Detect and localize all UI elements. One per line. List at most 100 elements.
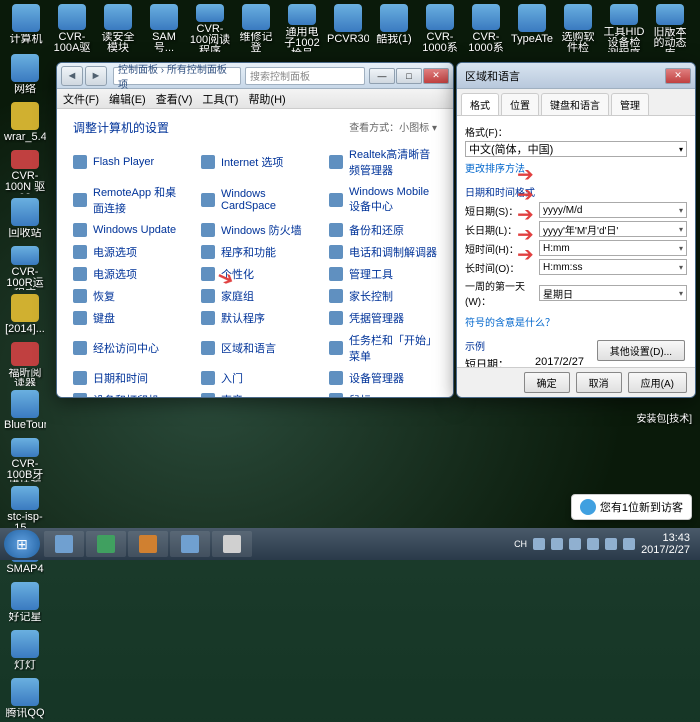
tray-icon[interactable]: [605, 538, 617, 550]
close-button[interactable]: ✕: [423, 68, 449, 84]
desktop-icon[interactable]: CVR-1000系: [418, 4, 462, 52]
control-panel-item[interactable]: Windows CardSpace: [201, 182, 309, 218]
desktop-icon[interactable]: 酷我(1): [372, 4, 416, 52]
menu-item[interactable]: 文件(F): [63, 91, 99, 107]
change-sort-link[interactable]: 更改排序方法: [465, 160, 525, 175]
control-panel-item[interactable]: Flash Player: [73, 144, 181, 180]
control-panel-item[interactable]: 鼠标: [329, 390, 437, 397]
control-panel-item[interactable]: 设备管理器: [329, 368, 437, 388]
menu-item[interactable]: 查看(V): [156, 91, 193, 107]
control-panel-item[interactable]: 电源选项: [73, 264, 181, 284]
desktop-icon[interactable]: CVR-100A驱: [50, 4, 94, 52]
tab-键盘和语言[interactable]: 键盘和语言: [541, 93, 609, 115]
desktop-icon[interactable]: [2014]...: [4, 294, 46, 338]
control-panel-item[interactable]: 电话和调制解调器: [329, 242, 437, 262]
menu-item[interactable]: 编辑(E): [109, 91, 146, 107]
dialog-titlebar[interactable]: 区域和语言 ✕: [457, 63, 695, 89]
taskbar-app[interactable]: [44, 531, 84, 557]
control-panel-item[interactable]: 区域和语言: [201, 330, 309, 366]
desktop-icon[interactable]: 计算机: [4, 4, 48, 52]
control-panel-item[interactable]: 家庭组: [201, 286, 309, 306]
minimize-button[interactable]: —: [369, 68, 395, 84]
desktop-icon[interactable]: wrar_5.40...: [4, 102, 46, 146]
desktop-icon[interactable]: 好记星: [4, 582, 46, 626]
desktop-icon[interactable]: 福昕阅读器: [4, 342, 46, 386]
desktop-icon[interactable]: CVR-100B牙模块驱: [4, 438, 46, 482]
maximize-button[interactable]: □: [396, 68, 422, 84]
control-panel-item[interactable]: 日期和时间: [73, 368, 181, 388]
field-select[interactable]: H:mm: [539, 240, 687, 256]
desktop-icon[interactable]: PCVR30: [326, 4, 370, 52]
control-panel-item[interactable]: Realtek高清晰音频管理器: [329, 144, 437, 180]
menu-item[interactable]: 工具(T): [202, 91, 238, 107]
tray-icon[interactable]: [569, 538, 581, 550]
address-bar[interactable]: 控制面板 › 所有控制面板项: [113, 67, 241, 85]
desktop-icon[interactable]: 网络: [4, 54, 46, 98]
additional-settings-button[interactable]: 其他设置(D)...: [597, 340, 685, 361]
symbol-help-link[interactable]: 符号的含意是什么？: [465, 314, 555, 329]
desktop-icon[interactable]: 读安全模块: [96, 4, 140, 52]
control-panel-item[interactable]: 设备和打印机: [73, 390, 181, 397]
taskbar-app[interactable]: [128, 531, 168, 557]
desktop-icon[interactable]: CVR-100N 驱02: [4, 150, 46, 194]
forward-button[interactable]: ►: [85, 66, 107, 86]
desktop-icon[interactable]: 维修记登: [234, 4, 278, 52]
ok-button[interactable]: 确定: [524, 372, 570, 393]
desktop-icon[interactable]: CVR-100阅读程序V3.1: [188, 4, 232, 52]
control-panel-item[interactable]: Windows Mobile 设备中心: [329, 182, 437, 218]
cancel-button[interactable]: 取消: [576, 372, 622, 393]
taskbar-app[interactable]: [212, 531, 252, 557]
control-panel-item[interactable]: 键盘: [73, 308, 181, 328]
start-button[interactable]: ⊞: [4, 530, 40, 558]
control-panel-item[interactable]: Windows Update: [73, 220, 181, 240]
dialog-close-button[interactable]: ✕: [665, 68, 691, 84]
control-panel-item[interactable]: 程序和功能: [201, 242, 309, 262]
desktop-icon[interactable]: BlueTour: [4, 390, 46, 434]
control-panel-item[interactable]: Windows 防火墙: [201, 220, 309, 240]
field-select[interactable]: H:mm:ss: [539, 259, 687, 275]
taskbar-app[interactable]: [170, 531, 210, 557]
tray-icon[interactable]: [551, 538, 563, 550]
control-panel-item[interactable]: 管理工具: [329, 264, 437, 284]
back-button[interactable]: ◄: [61, 66, 83, 86]
desktop-icon[interactable]: 回收站: [4, 198, 46, 242]
desktop-icon[interactable]: 灯灯: [4, 630, 46, 674]
control-panel-item[interactable]: 家长控制: [329, 286, 437, 306]
field-select[interactable]: yyyy/M/d: [539, 202, 687, 218]
control-panel-item[interactable]: 任务栏和「开始」菜单: [329, 330, 437, 366]
tab-管理[interactable]: 管理: [611, 93, 649, 115]
field-select[interactable]: 星期日: [539, 285, 687, 301]
format-select[interactable]: 中文(简体，中国)▾: [465, 141, 687, 157]
taskbar-app[interactable]: [86, 531, 126, 557]
tab-格式[interactable]: 格式: [461, 93, 499, 115]
control-panel-item[interactable]: 声音: [201, 390, 309, 397]
desktop-icon[interactable]: TypeATest...: [510, 4, 554, 52]
tray-icon[interactable]: [623, 538, 635, 550]
tab-位置[interactable]: 位置: [501, 93, 539, 115]
tray-icon[interactable]: [533, 538, 545, 550]
tray-icon[interactable]: [587, 538, 599, 550]
control-panel-item[interactable]: 备份和还原: [329, 220, 437, 240]
control-panel-item[interactable]: 电源选项: [73, 242, 181, 262]
view-mode[interactable]: 查看方式：小图标 ▾: [349, 119, 437, 134]
desktop-icon[interactable]: 工具HID设备检测程序: [602, 4, 646, 52]
desktop-icon[interactable]: 腾讯QQ: [4, 678, 46, 722]
control-panel-item[interactable]: RemoteApp 和桌面连接: [73, 182, 181, 218]
desktop-icon[interactable]: CVR-1000系: [464, 4, 508, 52]
search-input[interactable]: 搜索控制面板: [245, 67, 365, 85]
desktop-icon[interactable]: 通用电子1002检号: [280, 4, 324, 52]
desktop-icon[interactable]: CVR-100R运程序: [4, 246, 46, 290]
control-panel-item[interactable]: Internet 选项: [201, 144, 309, 180]
visitor-notification[interactable]: 您有1位新到访客: [571, 494, 692, 520]
control-panel-item[interactable]: 默认程序: [201, 308, 309, 328]
field-select[interactable]: yyyy'年'M'月'd'日': [539, 221, 687, 237]
control-panel-item[interactable]: 恢复: [73, 286, 181, 306]
control-panel-item[interactable]: 凭据管理器: [329, 308, 437, 328]
apply-button[interactable]: 应用(A): [628, 372, 687, 393]
clock[interactable]: 13:432017/2/27: [641, 532, 690, 556]
control-panel-item[interactable]: 经松访问中心: [73, 330, 181, 366]
desktop-icon[interactable]: SAM号...: [142, 4, 186, 52]
desktop-icon[interactable]: 选购软件检: [556, 4, 600, 52]
control-panel-item[interactable]: 入门: [201, 368, 309, 388]
desktop-icon[interactable]: 旧版本的动态库: [648, 4, 692, 52]
